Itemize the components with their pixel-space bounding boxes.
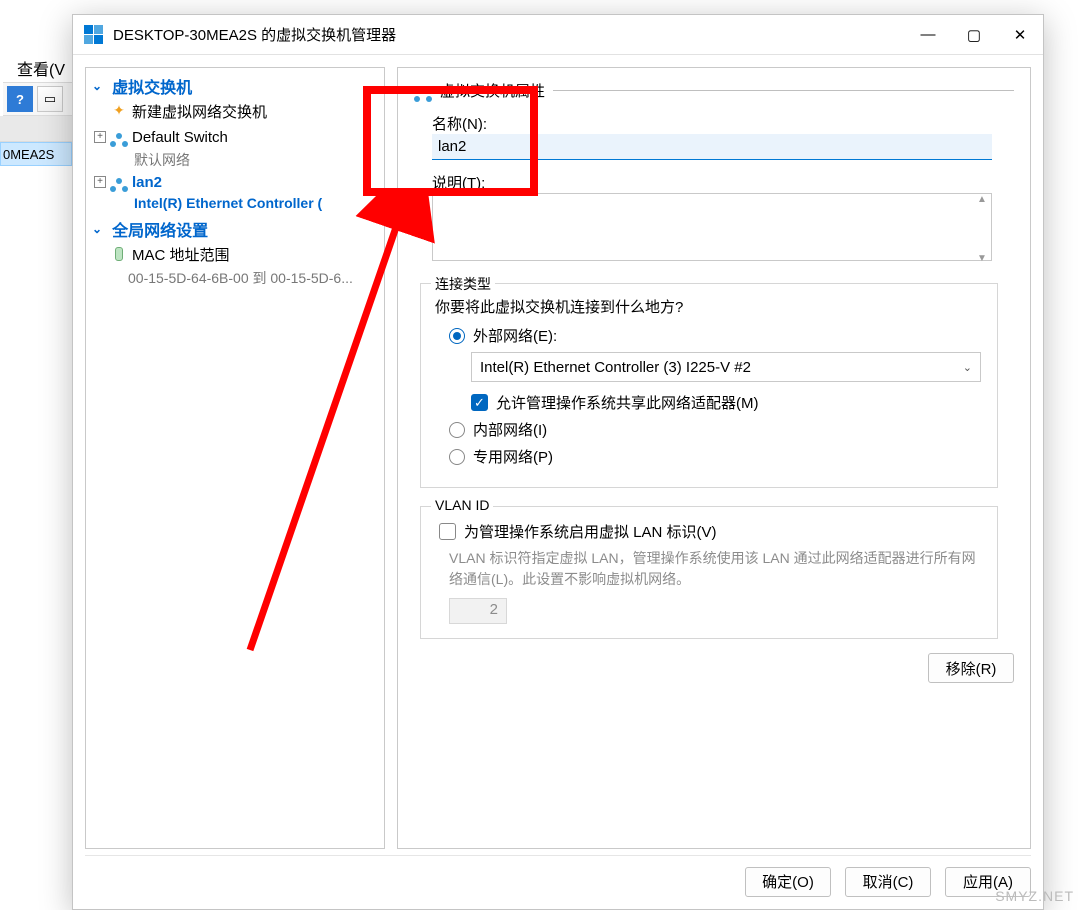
checkbox-enable-vlan[interactable]: 为管理操作系统启用虚拟 LAN 标识(V) — [439, 521, 983, 542]
tree-label: lan2 — [132, 172, 162, 193]
tree-new-switch[interactable]: 新建虚拟网络交换机 — [88, 100, 382, 125]
section-virtual-switches: ⌄ 虚拟交换机 — [88, 72, 382, 100]
tree-default-switch-sub: 默认网络 — [88, 150, 382, 170]
network-icon — [110, 127, 128, 145]
ok-button[interactable]: 确定(O) — [745, 867, 831, 897]
tree-label: Default Switch — [132, 127, 228, 148]
adapter-combobox[interactable]: Intel(R) Ethernet Controller (3) I225-V … — [471, 352, 981, 382]
checkbox-icon — [471, 394, 488, 411]
divider — [553, 90, 1014, 91]
host-toolbar: ? ▭ — [3, 82, 73, 116]
maximize-button[interactable]: ▢ — [951, 15, 997, 55]
radio-icon — [449, 328, 465, 344]
combo-value: Intel(R) Ethernet Controller (3) I225-V … — [480, 359, 751, 376]
radio-label: 外部网络(E): — [473, 325, 557, 346]
props-title: 虚拟交换机属性 — [440, 80, 545, 101]
tree-selected-switch[interactable]: + lan2 — [88, 170, 382, 195]
close-button[interactable]: ✕ — [997, 15, 1043, 55]
checkbox-share-adapter[interactable]: 允许管理操作系统共享此网络适配器(M) — [471, 392, 983, 413]
connection-type-group: 连接类型 你要将此虚拟交换机连接到什么地方? 外部网络(E): Intel(R)… — [420, 283, 998, 488]
right-properties-pane: 虚拟交换机属性 名称(N): 说明(T): ▲▼ 连接类型 你要将此虚拟交换机连… — [397, 67, 1031, 849]
radio-private[interactable]: 专用网络(P) — [449, 446, 983, 467]
tree-label: MAC 地址范围 — [132, 245, 230, 266]
host-sidebar-selected[interactable]: 0MEA2S — [0, 142, 72, 166]
radio-label: 专用网络(P) — [473, 446, 553, 467]
mac-icon — [110, 245, 128, 263]
chevron-down-icon: ⌄ — [963, 361, 972, 374]
host-sidebar-header — [0, 116, 72, 142]
tree-selected-switch-sub: Intel(R) Ethernet Controller ( — [88, 195, 382, 211]
connection-question: 你要将此虚拟交换机连接到什么地方? — [435, 296, 983, 317]
tree-label: 新建虚拟网络交换机 — [132, 102, 267, 123]
chevron-down-icon: ⌄ — [92, 222, 102, 236]
network-icon — [414, 82, 432, 100]
virtual-switch-manager-dialog: DESKTOP-30MEA2S 的虚拟交换机管理器 — ▢ ✕ ⌄ 虚拟交换机 … — [72, 14, 1044, 910]
vlan-hint: VLAN 标识符指定虚拟 LAN，管理操作系统使用该 LAN 通过此网络适配器进… — [449, 548, 983, 590]
section-label: 全局网络设置 — [112, 217, 208, 241]
radio-internal[interactable]: 内部网络(I) — [449, 419, 983, 440]
remove-button[interactable]: 移除(R) — [928, 653, 1014, 683]
titlebar: DESKTOP-30MEA2S 的虚拟交换机管理器 — ▢ ✕ — [73, 15, 1043, 55]
host-view-menu[interactable]: 查看(V — [17, 56, 65, 80]
app-icon — [83, 25, 103, 45]
left-tree-pane: ⌄ 虚拟交换机 新建虚拟网络交换机 + Default Switch 默认网络 … — [85, 67, 385, 849]
vlan-group: VLAN ID 为管理操作系统启用虚拟 LAN 标识(V) VLAN 标识符指定… — [420, 506, 998, 639]
minimize-button[interactable]: — — [905, 15, 951, 55]
vlan-id-input: 2 — [449, 598, 507, 624]
radio-icon — [449, 422, 465, 438]
scrollbar[interactable]: ▲▼ — [973, 194, 991, 264]
expand-icon[interactable]: + — [94, 176, 106, 188]
dialog-button-row: 确定(O) 取消(C) 应用(A) — [85, 855, 1031, 899]
radio-label: 内部网络(I) — [473, 419, 547, 440]
toolbar-button[interactable]: ▭ — [37, 86, 63, 112]
watermark: SMYZ.NET — [995, 888, 1074, 904]
group-title: 连接类型 — [431, 274, 495, 294]
tree-default-switch[interactable]: + Default Switch — [88, 125, 382, 150]
window-title: DESKTOP-30MEA2S 的虚拟交换机管理器 — [113, 24, 396, 45]
desc-label: 说明(T): — [432, 172, 1014, 193]
checkbox-icon — [439, 523, 456, 540]
help-icon[interactable]: ? — [7, 86, 33, 112]
name-input[interactable] — [432, 134, 992, 160]
radio-icon — [449, 449, 465, 465]
desc-textarea[interactable] — [432, 193, 992, 261]
cancel-button[interactable]: 取消(C) — [845, 867, 931, 897]
radio-external[interactable]: 外部网络(E): — [449, 325, 983, 346]
section-label: 虚拟交换机 — [112, 74, 192, 98]
group-title: VLAN ID — [431, 497, 493, 513]
section-global-settings: ⌄ 全局网络设置 — [88, 215, 382, 243]
chevron-down-icon: ⌄ — [92, 79, 102, 93]
network-icon — [110, 172, 128, 190]
name-label: 名称(N): — [432, 113, 1014, 134]
tree-mac-range[interactable]: MAC 地址范围 — [88, 243, 382, 268]
new-icon — [110, 102, 128, 120]
checkbox-label: 为管理操作系统启用虚拟 LAN 标识(V) — [464, 521, 717, 542]
expand-icon[interactable]: + — [94, 131, 106, 143]
tree-mac-range-sub: 00-15-5D-64-6B-00 到 00-15-5D-6... — [88, 268, 382, 288]
checkbox-label: 允许管理操作系统共享此网络适配器(M) — [496, 392, 759, 413]
